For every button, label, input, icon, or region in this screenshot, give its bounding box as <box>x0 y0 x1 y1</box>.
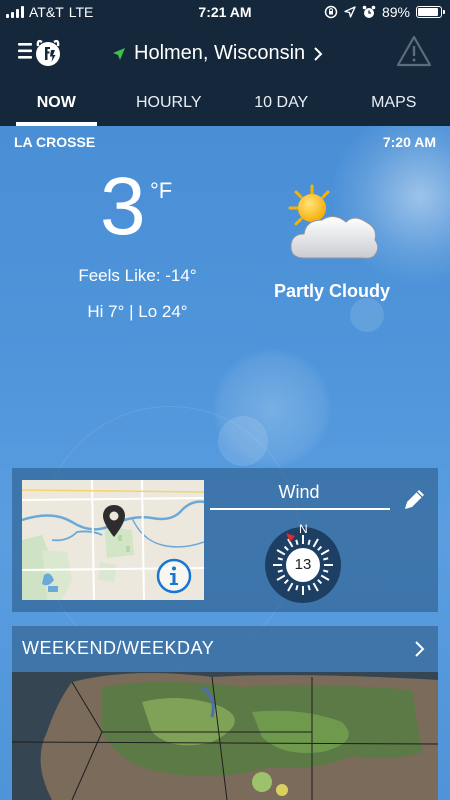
menu-button[interactable] <box>16 36 68 70</box>
battery-icon <box>416 6 445 18</box>
tab-bar: NOW HOURLY 10 DAY MAPS <box>0 82 450 126</box>
menu-logo-icon <box>18 39 60 66</box>
location-map-thumbnail[interactable] <box>22 480 204 600</box>
current-conditions-panel: LA CROSSE 7:20 AM 3 °F Feels Like: -14° … <box>0 126 450 800</box>
condition-label: Partly Cloudy <box>273 281 391 301</box>
current-temperature: 3 <box>100 161 146 252</box>
wind-speed: 13 <box>294 556 312 573</box>
compass-tick <box>307 539 311 545</box>
chevron-right-icon <box>314 46 323 61</box>
temperature-unit: °F <box>150 178 173 203</box>
observation-time: 7:20 AM <box>382 134 436 150</box>
lens-flare <box>350 298 384 332</box>
compass-tick <box>307 585 311 591</box>
partly-cloudy-icon <box>288 184 379 259</box>
map-pin-icon <box>103 505 125 537</box>
chevron-right-icon <box>415 641 425 657</box>
weekend-weekday-title: WEEKEND/WEEKDAY <box>22 638 215 658</box>
weekend-weekday-header[interactable]: WEEKEND/WEEKDAY <box>12 626 438 672</box>
info-icon[interactable] <box>156 558 192 594</box>
wind-divider <box>210 508 390 510</box>
location-name: Holmen, Wisconsin <box>134 42 306 64</box>
tab-10-day[interactable]: 10 DAY <box>225 82 338 126</box>
tab-maps[interactable]: MAPS <box>338 82 450 126</box>
weekend-weekday-card[interactable]: WEEKEND/WEEKDAY <box>12 626 438 800</box>
wind-title: Wind <box>278 482 320 502</box>
feels-like: Feels Like: -14° <box>78 266 197 285</box>
station-name: LA CROSSE <box>14 134 96 150</box>
alert-triangle-icon <box>396 35 432 67</box>
hi-lo: Hi 7° | Lo 24° <box>87 302 188 321</box>
compass-tick <box>295 585 299 591</box>
radar-map[interactable] <box>12 672 438 800</box>
pencil-icon[interactable] <box>402 486 428 512</box>
orientation-lock-icon <box>324 5 338 19</box>
location-services-icon <box>344 6 356 18</box>
wind-card[interactable]: Wind N 13 <box>12 468 438 612</box>
alerts-button[interactable] <box>396 34 432 68</box>
compass-tick <box>295 539 299 545</box>
compass-north-label: N <box>299 522 308 536</box>
location-arrow-icon <box>113 47 125 60</box>
location-selector[interactable]: Holmen, Wisconsin <box>112 42 323 65</box>
alarm-icon <box>362 5 376 18</box>
status-bar: AT&T LTE 7:21 AM 89% <box>0 0 450 24</box>
tab-hourly[interactable]: HOURLY <box>113 82 226 126</box>
app-header: Holmen, Wisconsin <box>0 24 450 82</box>
battery-percent: 89% <box>381 4 410 20</box>
tab-now[interactable]: NOW <box>0 82 113 126</box>
